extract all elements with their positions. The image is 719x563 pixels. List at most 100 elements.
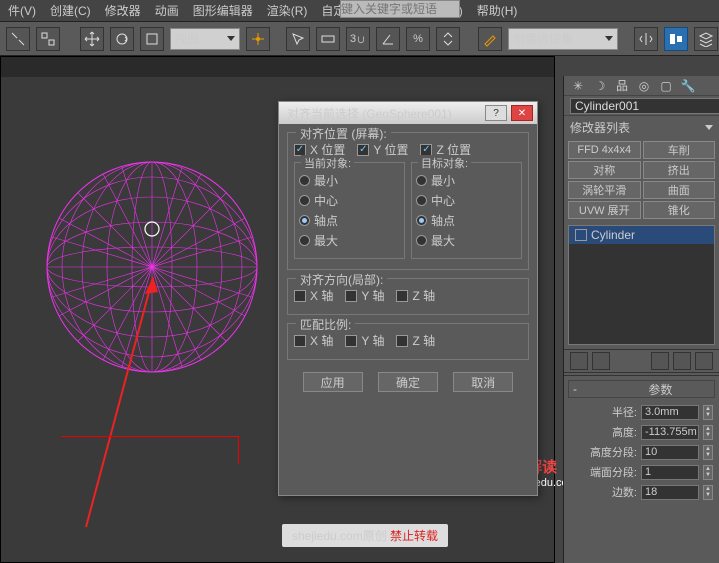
stack-item[interactable]: Cylinder [569,226,714,244]
main-toolbar: 视图 3 % 创建选择集 [0,22,719,56]
utilities-tab-icon[interactable]: 🔧 [680,78,696,94]
tgt-max-radio[interactable]: 最大 [416,232,517,249]
current-object-group: 当前对象: 最小 中心 轴点 最大 [294,162,405,259]
menu-modifiers[interactable]: 修改器 [105,2,141,19]
sides-input[interactable]: 18 [641,485,699,500]
capsegs-spinner[interactable]: ▲▼ [703,465,713,480]
mod-surface-button[interactable]: 曲面 [643,181,716,199]
command-panel: ✳ ☽ 品 ◎ ▢ 🔧 修改器列表 FFD 4x4x4 车削 对称 挤出 涡轮平… [563,76,719,563]
y-scale-checkbox[interactable]: Y 轴 [345,332,384,349]
tgt-pivot-radio[interactable]: 轴点 [416,212,517,229]
select-manipulate-button[interactable] [286,27,310,51]
heightsegs-input[interactable]: 10 [641,445,699,460]
show-end-result-button[interactable] [592,352,610,370]
dialog-title: 对齐当前选择 (GeoSphere001) [287,105,452,122]
modifier-stack[interactable]: Cylinder [568,225,715,345]
hierarchy-tab-icon[interactable]: 品 [614,78,630,94]
remove-mod-button[interactable] [673,352,691,370]
edit-named-sel-button[interactable] [478,27,502,51]
help-button[interactable]: ? [485,105,507,121]
heightsegs-spinner[interactable]: ▲▼ [703,445,713,460]
pivot-button[interactable] [246,27,270,51]
snap-button[interactable]: 3 [346,27,370,51]
align-button[interactable] [664,27,688,51]
cur-min-radio[interactable]: 最小 [299,172,400,189]
unlink-button[interactable] [36,27,60,51]
params-rollout-header[interactable]: - 参数 [568,380,715,398]
cur-center-radio[interactable]: 中心 [299,192,400,209]
mirror-button[interactable] [634,27,658,51]
align-dialog: 对齐当前选择 (GeoSphere001) ? ✕ 对齐位置 (屏幕): ✓X … [278,101,538,496]
modifier-list-dropdown[interactable]: 修改器列表 [564,116,719,139]
menu-file[interactable]: 件(V) [8,2,36,19]
configure-sets-button[interactable] [695,352,713,370]
search-input[interactable] [340,0,460,18]
move-button[interactable] [80,27,104,51]
create-tab-icon[interactable]: ✳ [570,78,586,94]
mod-taper-button[interactable]: 锥化 [643,201,716,219]
align-position-group: 对齐位置 (屏幕): ✓X 位置 ✓Y 位置 ✓Z 位置 当前对象: 最小 中心… [287,132,529,270]
spinner-snap-button[interactable] [436,27,460,51]
footer-watermark: shejiedu.com原创 禁止转载 [282,524,448,547]
rotate-button[interactable] [110,27,134,51]
capsegs-input[interactable]: 1 [641,465,699,480]
menu-render[interactable]: 渲染(R) [267,2,308,19]
tgt-center-radio[interactable]: 中心 [416,192,517,209]
z-axis-checkbox[interactable]: Z 轴 [396,287,435,304]
modify-tab-icon[interactable]: ☽ [592,78,608,94]
modifier-buttons-grid: FFD 4x4x4 车削 对称 挤出 涡轮平滑 曲面 UVW 展开 锥化 [564,139,719,221]
make-unique-button[interactable] [651,352,669,370]
cancel-button[interactable]: 取消 [453,372,513,392]
ok-button[interactable]: 确定 [378,372,438,392]
params-rollout-body: 半径:3.0mm▲▼ 高度:-113.755m▲▼ 高度分段:10▲▼ 端面分段… [564,402,719,502]
mod-turbosmooth-button[interactable]: 涡轮平滑 [568,181,641,199]
target-object-group: 目标对象: 最小 中心 轴点 最大 [411,162,522,259]
tgt-min-radio[interactable]: 最小 [416,172,517,189]
mod-uvw-button[interactable]: UVW 展开 [568,201,641,219]
mod-ffd-button[interactable]: FFD 4x4x4 [568,141,641,159]
mod-extrude-button[interactable]: 挤出 [643,161,716,179]
motion-tab-icon[interactable]: ◎ [636,78,652,94]
group-legend: 对齐位置 (屏幕): [296,125,391,142]
annotation-arrow [81,272,181,532]
menu-bar: 件(V) 创建(C) 修改器 动画 图形编辑器 渲染(R) 自定义(U) MAX… [0,0,719,22]
cur-pivot-radio[interactable]: 轴点 [299,212,400,229]
menu-graph[interactable]: 图形编辑器 [193,2,253,19]
named-sel-dropdown[interactable]: 创建选择集 [508,28,618,50]
dialog-titlebar[interactable]: 对齐当前选择 (GeoSphere001) ? ✕ [279,102,537,124]
stack-item-icon [575,229,587,241]
x-axis-checkbox[interactable]: X 轴 [294,287,333,304]
display-tab-icon[interactable]: ▢ [658,78,674,94]
height-spinner[interactable]: ▲▼ [703,425,713,440]
scale-button[interactable] [140,27,164,51]
y-axis-checkbox[interactable]: Y 轴 [345,287,384,304]
z-scale-checkbox[interactable]: Z 轴 [396,332,435,349]
y-position-checkbox[interactable]: ✓Y 位置 [357,141,408,158]
close-button[interactable]: ✕ [511,105,533,121]
radius-spinner[interactable]: ▲▼ [703,405,713,420]
panel-tabs: ✳ ☽ 品 ◎ ▢ 🔧 [564,76,719,96]
ref-coord-dropdown[interactable]: 视图 [170,28,240,50]
keyboard-shortcut-button[interactable] [316,27,340,51]
percent-snap-button[interactable]: % [406,27,430,51]
align-orientation-group: 对齐方向(局部): X 轴 Y 轴 Z 轴 [287,278,529,315]
mod-lathe-button[interactable]: 车削 [643,141,716,159]
menu-create[interactable]: 创建(C) [50,2,91,19]
sides-spinner[interactable]: ▲▼ [703,485,713,500]
selection-bracket [61,436,239,464]
menu-help[interactable]: 帮助(H) [477,2,518,19]
radius-input[interactable]: 3.0mm [641,405,699,420]
x-scale-checkbox[interactable]: X 轴 [294,332,333,349]
height-input[interactable]: -113.755m [641,425,699,440]
percent-icon: % [413,33,423,45]
menu-animation[interactable]: 动画 [155,2,179,19]
mod-symmetry-button[interactable]: 对称 [568,161,641,179]
cur-max-radio[interactable]: 最大 [299,232,400,249]
object-name-input[interactable] [570,98,719,114]
apply-button[interactable]: 应用 [303,372,363,392]
match-scale-group: 匹配比例: X 轴 Y 轴 Z 轴 [287,323,529,360]
layers-button[interactable] [694,27,718,51]
angle-snap-button[interactable] [376,27,400,51]
pin-stack-button[interactable] [570,352,588,370]
select-link-button[interactable] [6,27,30,51]
